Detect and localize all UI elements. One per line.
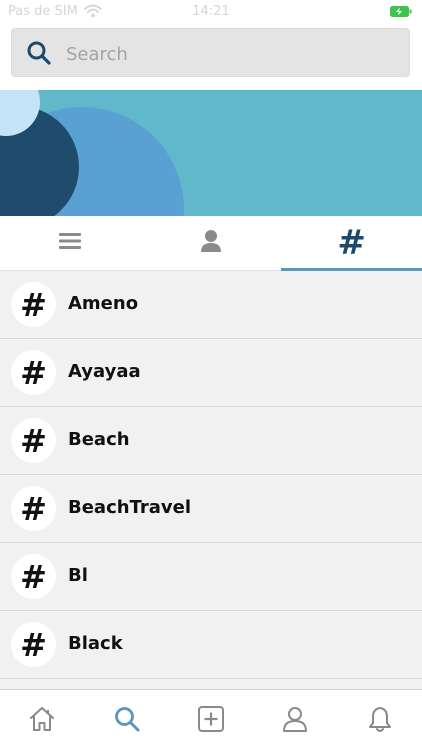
hashtag-icon: # [11,418,56,463]
tag-row[interactable]: # Ameno [0,271,422,339]
tag-row[interactable]: # BeachTravel [0,475,422,543]
nav-add[interactable] [169,690,253,750]
search-tabs: # [0,216,422,271]
nav-profile[interactable] [253,690,337,750]
tag-name: Ayayaa [68,361,141,382]
tag-row[interactable]: # Black [0,611,422,679]
bell-icon [366,705,394,737]
hashtag-icon: # [11,554,56,599]
search-area [0,24,422,90]
status-time: 14:21 [192,4,230,19]
search-input[interactable] [64,37,398,71]
search-icon [26,40,52,66]
hashtag-icon: # [11,486,56,531]
tag-name: Beach [68,429,130,450]
nav-notifications[interactable] [338,690,422,750]
tag-row[interactable]: # Bl [0,543,422,611]
search-icon [113,705,141,737]
tag-name: Ameno [68,293,139,314]
tab-list[interactable] [0,216,141,270]
tag-name: BeachTravel [68,497,191,518]
screen: Pas de SIM 14:21 Search # # Ameno # Ayay… [0,0,422,750]
search-bar[interactable] [11,28,410,77]
tag-list: # Ameno # Ayayaa # Beach # BeachTravel #… [0,271,422,689]
tab-tags[interactable]: # [281,216,422,271]
banner [0,90,422,216]
tag-row[interactable]: # Ayayaa [0,339,422,407]
hashtag-icon: # [11,350,56,395]
nav-search[interactable] [84,690,168,750]
status-bar: Pas de SIM 14:21 [0,0,422,24]
add-post-icon [197,705,225,737]
person-icon [200,229,222,257]
profile-icon [281,705,309,737]
home-icon [28,705,56,737]
tag-name: Bl [68,565,88,586]
tag-row[interactable]: # Beach [0,407,422,475]
hashtag-icon: # [11,622,56,667]
tab-people[interactable] [141,216,282,270]
hashtag-icon: # [337,223,366,263]
nav-home[interactable] [0,690,84,750]
bottom-nav [0,689,422,750]
hashtag-icon: # [11,282,56,327]
menu-icon [58,231,82,255]
battery-charging-icon [390,6,412,21]
tag-name: Black [68,633,123,654]
